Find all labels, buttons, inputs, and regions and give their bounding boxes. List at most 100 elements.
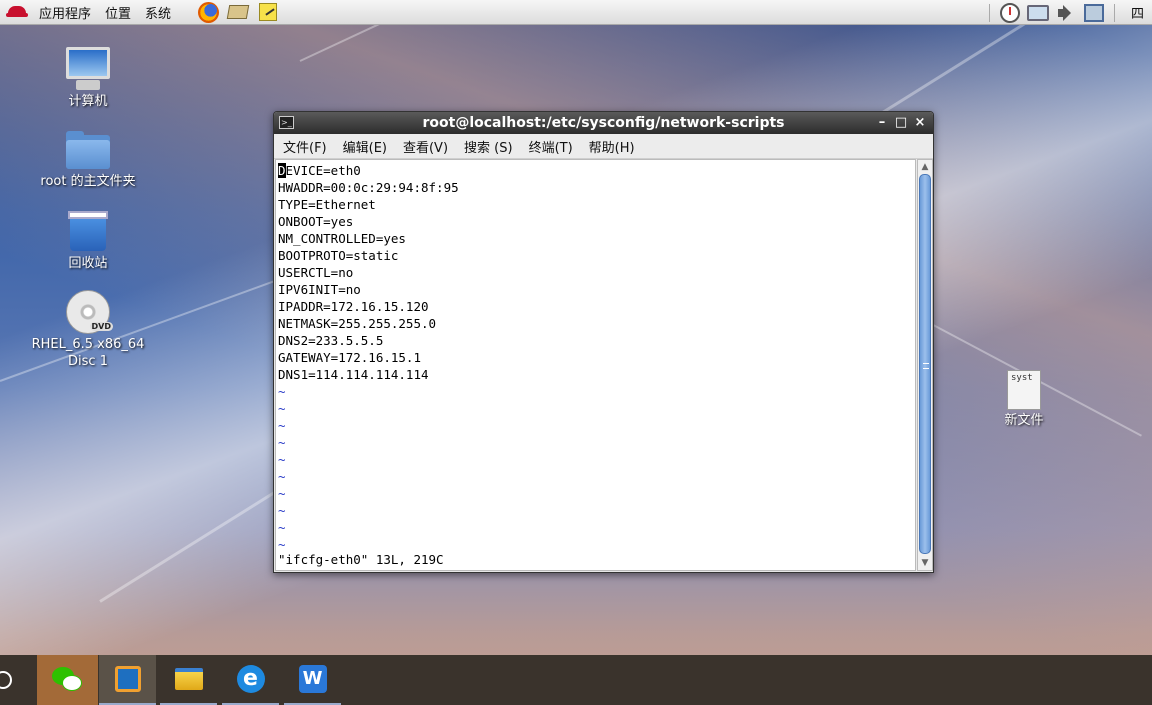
firefox-icon — [197, 1, 219, 23]
trash-icon — [68, 209, 108, 253]
empty-line-tilde: ~ — [278, 435, 286, 450]
menu-system[interactable]: 系统 — [138, 3, 178, 22]
terminal-title: root@localhost:/etc/sysconfig/network-sc… — [422, 115, 785, 131]
scroll-up-arrow-icon[interactable]: ▲ — [919, 161, 931, 173]
file-line: TYPE=Ethernet — [278, 196, 459, 213]
taskbar-virtualbox[interactable] — [99, 655, 156, 705]
terminal-icon — [279, 112, 294, 134]
file-line: DNS1=114.114.114.114 — [278, 366, 459, 383]
desktop-icon-trash[interactable]: 回收站 — [28, 209, 148, 272]
file-line: USERCTL=no — [278, 264, 459, 281]
file-line-text: GATEWAY=172.16.15.1 — [278, 350, 421, 365]
volume-applet[interactable] — [1052, 1, 1080, 25]
menu-edit[interactable]: 编辑(E) — [338, 137, 392, 156]
file-line: BOOTPROTO=static — [278, 247, 459, 264]
file-line-text: HWADDR=00:0c:29:94:8f:95 — [278, 180, 459, 195]
file-explorer-icon — [174, 668, 203, 690]
file-line-text: USERCTL=no — [278, 265, 354, 280]
desktop-icon-dvd[interactable]: DVD RHEL_6.5 x86_64 Disc 1 — [28, 290, 148, 370]
volume-icon — [1057, 4, 1074, 21]
virtualbox-icon — [114, 666, 141, 692]
empty-line-tilde: ~ — [278, 384, 286, 399]
wechat-icon — [51, 667, 84, 693]
file-line: NM_CONTROLLED=yes — [278, 230, 459, 247]
empty-line-tilde: ~ — [278, 503, 286, 518]
taskbar-word[interactable]: W — [284, 655, 341, 705]
mail-icon — [226, 5, 250, 19]
empty-line-tilde: ~ — [278, 452, 286, 467]
empty-line-tilde: ~ — [278, 520, 286, 535]
empty-line-tilde: ~ — [278, 401, 286, 416]
menu-applications[interactable]: 应用程序 — [32, 3, 98, 22]
file-line-text: ONBOOT=yes — [278, 214, 354, 229]
empty-line-tilde: ~ — [278, 469, 286, 484]
file-line: HWADDR=00:0c:29:94:8f:95 — [278, 179, 459, 196]
desktop-icon-label: 回收站 — [68, 256, 108, 271]
empty-line-tilde: ~ — [278, 486, 286, 501]
menu-view[interactable]: 查看(V) — [398, 137, 453, 156]
file-line: IPADDR=172.16.15.120 — [278, 298, 459, 315]
dvd-icon: DVD — [66, 290, 113, 334]
file-line: ONBOOT=yes — [278, 213, 459, 230]
system-tray: 四 — [983, 0, 1152, 25]
network-manager-icon — [1083, 3, 1104, 22]
empty-line-tilde: ~ — [278, 418, 286, 433]
taskbar-ie[interactable]: e — [222, 655, 279, 705]
file-line-text: DNS2=233.5.5.5 — [278, 333, 384, 348]
scroll-down-arrow-icon[interactable]: ▼ — [919, 557, 931, 569]
file-line-text: NETMASK=255.255.255.0 — [278, 316, 437, 331]
clock-applet[interactable] — [996, 1, 1024, 25]
dvd-badge: DVD — [89, 322, 113, 331]
terminal-window[interactable]: root@localhost:/etc/sysconfig/network-sc… — [273, 111, 934, 573]
file-line-text: IPV6INIT=no — [278, 282, 361, 297]
redhat-logo-icon[interactable] — [6, 3, 28, 21]
taskbar-file-explorer[interactable] — [160, 655, 217, 705]
clock-icon — [999, 2, 1020, 23]
notes-icon — [259, 3, 278, 21]
menu-file[interactable]: 文件(F) — [278, 137, 332, 156]
file-line: NETMASK=255.255.255.0 — [278, 315, 459, 332]
terminal-text-area[interactable]: DEVICE=eth0 HWADDR=00:0c:29:94:8f:95 TYPE=… — [275, 159, 916, 571]
file-line: DNS2=233.5.5.5 — [278, 332, 459, 349]
taskbar-wechat[interactable] — [37, 655, 98, 705]
menu-help[interactable]: 帮助(H) — [584, 137, 640, 156]
notes-launcher[interactable] — [256, 1, 280, 23]
word-icon: W — [298, 665, 327, 693]
vim-status-line: "ifcfg-eth0" 13L, 219C — [278, 552, 444, 567]
scrollbar-thumb[interactable] — [919, 174, 931, 554]
file-line: GATEWAY=172.16.15.1 — [278, 349, 459, 366]
menu-search[interactable]: 搜索 (S) — [459, 137, 518, 156]
desktop-icon-label: root 的主文件夹 — [40, 174, 136, 189]
file-line-text: BOOTPROTO=static — [278, 248, 399, 263]
computer-icon — [64, 47, 112, 91]
file-line-text: NM_CONTROLLED=yes — [278, 231, 406, 246]
desktop-icon-label: 计算机 — [68, 94, 108, 109]
network-icon — [1026, 4, 1049, 21]
desktop-icon-new-file[interactable]: syst 新文件 — [964, 370, 1084, 429]
terminal-menubar: 文件(F) 编辑(E) 查看(V) 搜索 (S) 终端(T) 帮助(H) — [274, 134, 933, 159]
firefox-launcher[interactable] — [196, 1, 220, 23]
minimize-button[interactable]: – — [874, 115, 890, 131]
search-icon[interactable] — [0, 671, 12, 689]
maximize-button[interactable]: □ — [893, 115, 909, 131]
taskbar: e W — [0, 655, 1152, 705]
desktop-icon-label: RHEL_6.5 x86_64 Disc 1 — [31, 337, 145, 369]
menu-terminal[interactable]: 终端(T) — [524, 137, 578, 156]
menu-places[interactable]: 位置 — [98, 3, 138, 22]
network-applet[interactable] — [1024, 1, 1052, 25]
text-cursor: D — [278, 163, 286, 178]
file-content: DEVICE=eth0 HWADDR=00:0c:29:94:8f:95 TYPE=… — [278, 162, 459, 553]
mail-launcher[interactable] — [226, 1, 250, 23]
file-line: DEVICE=eth0 — [278, 162, 459, 179]
desktop-icon-computer[interactable]: 计算机 — [28, 47, 148, 110]
file-line-text: TYPE=Ethernet — [278, 197, 376, 212]
tray-separator — [988, 3, 990, 22]
panel-clock-weekday[interactable]: 四 — [1121, 3, 1152, 22]
network-manager-applet[interactable] — [1080, 1, 1108, 25]
close-button[interactable]: × — [912, 115, 928, 131]
desktop-icon-home[interactable]: root 的主文件夹 — [28, 131, 148, 190]
home-folder-icon — [66, 131, 110, 171]
tray-separator — [1113, 3, 1115, 22]
terminal-titlebar[interactable]: root@localhost:/etc/sysconfig/network-sc… — [274, 112, 933, 134]
vertical-scrollbar[interactable]: ▲ ▼ — [917, 159, 933, 571]
